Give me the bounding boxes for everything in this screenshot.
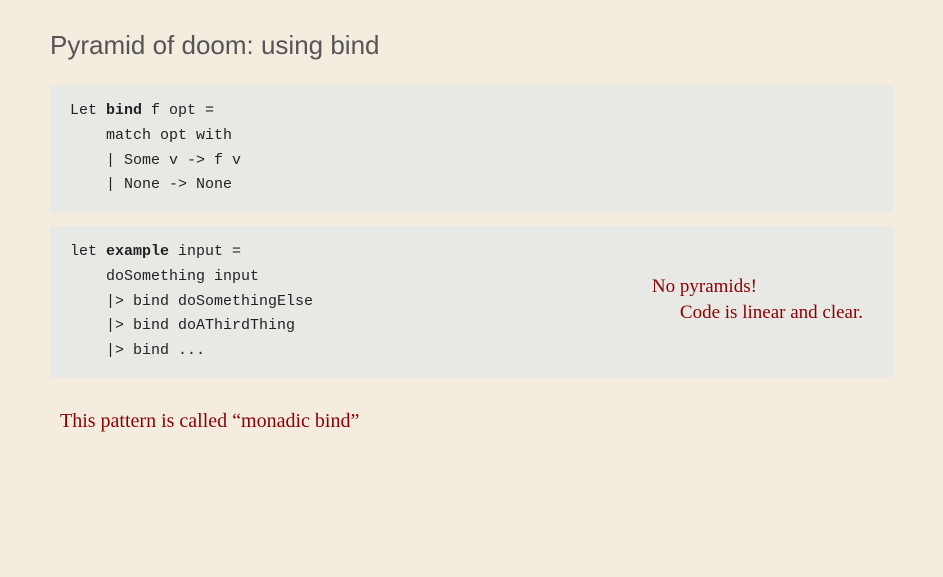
- second-block-wrapper: let example input = doSomething input |>…: [50, 226, 893, 392]
- code-line-9: |> bind ...: [70, 339, 873, 364]
- code-line-2: match opt with: [70, 124, 873, 149]
- code-line-4: | None -> None: [70, 173, 873, 198]
- keyword-bind: bind: [106, 102, 142, 119]
- bottom-note: This pattern is called “monadic bind”: [50, 410, 893, 433]
- code-block-bind: Let bind f opt = match opt with | Some v…: [50, 85, 893, 212]
- annotation-linear: Code is linear and clear.: [680, 302, 863, 324]
- keyword-example: example: [106, 243, 169, 260]
- code-line-3: | Some v -> f v: [70, 149, 873, 174]
- code-line-1: Let bind f opt =: [70, 99, 873, 124]
- page-title: Pyramid of doom: using bind: [50, 30, 893, 61]
- code-line-5: let example input =: [70, 240, 873, 265]
- annotation-no-pyramids: No pyramids!: [652, 276, 757, 298]
- annotation-area: No pyramids! Code is linear and clear.: [652, 276, 863, 324]
